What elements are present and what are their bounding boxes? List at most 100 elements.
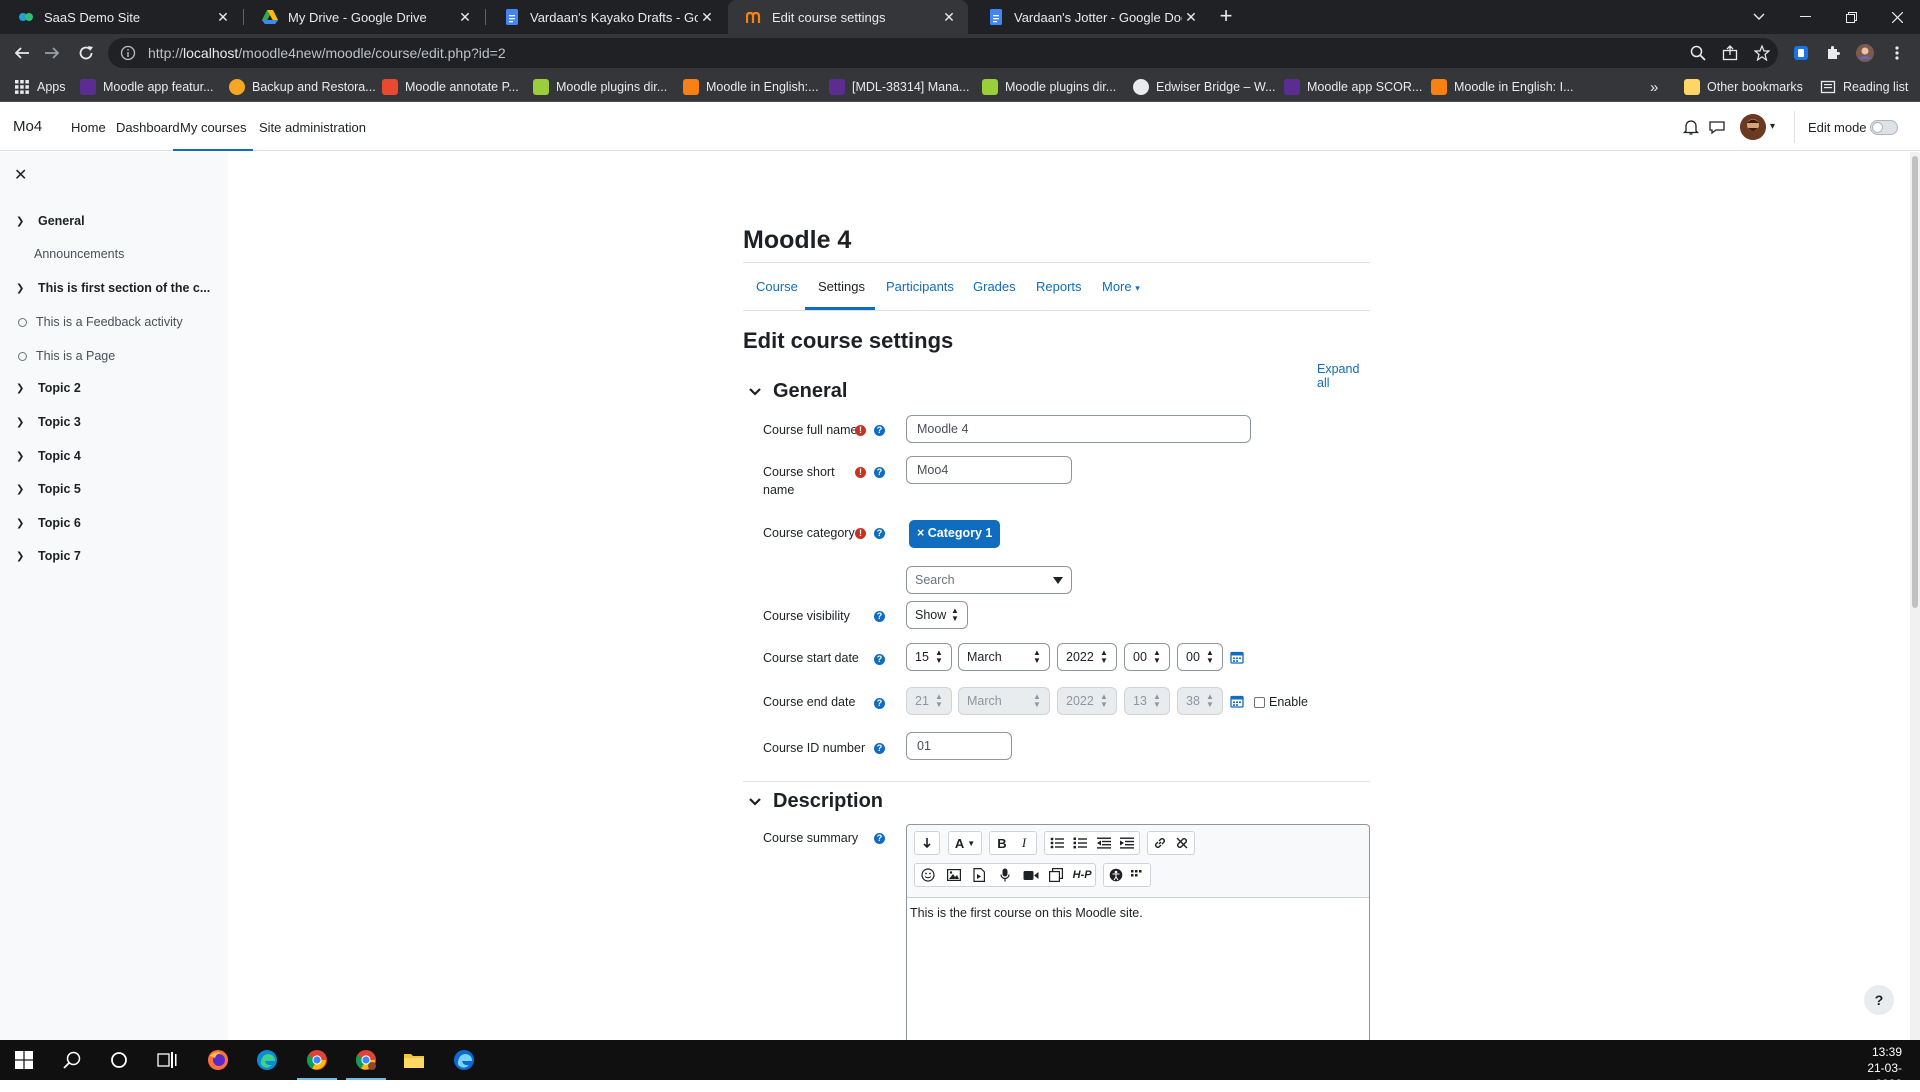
browser-tab-saas[interactable]: SaaS Demo Site ✕ [0, 0, 242, 34]
chrome-profile-icon[interactable] [354, 1048, 378, 1072]
help-icon[interactable]: ? [874, 654, 885, 665]
end-day-select[interactable]: 21 ▲ ▼ [906, 687, 952, 715]
course-index-section[interactable]: ❯ Topic 6 [16, 516, 81, 530]
end-month-select[interactable]: March ▲ ▼ [958, 687, 1050, 715]
chevron-down-icon[interactable]: ❯ [16, 451, 28, 462]
bookmark-apps[interactable]: Apps [14, 78, 66, 96]
bookmark-item[interactable]: Edwiser Bridge – W... [1133, 78, 1276, 96]
task-view-icon[interactable] [155, 1048, 179, 1072]
course-index-section[interactable]: ❯ Topic 3 [16, 415, 81, 429]
bookmark-item[interactable]: Moodle plugins dir... [982, 78, 1116, 96]
bookmarks-overflow-icon[interactable]: » [1650, 78, 1658, 96]
shortname-input[interactable]: Moo4 [906, 456, 1072, 484]
close-window-icon[interactable] [1874, 0, 1920, 34]
course-index-activity[interactable]: Announcements [34, 247, 124, 261]
chrome-icon[interactable] [305, 1048, 329, 1072]
chevron-down-icon[interactable]: ❯ [16, 417, 28, 428]
edit-mode-toggle[interactable] [1870, 120, 1898, 135]
close-drawer-icon[interactable]: ✕ [14, 165, 27, 185]
close-icon[interactable]: ✕ [940, 9, 958, 26]
file-explorer-icon[interactable] [402, 1048, 426, 1072]
notification-bell-icon[interactable] [1682, 118, 1700, 136]
chevron-down-icon[interactable] [749, 797, 761, 806]
tab-more[interactable]: More ▾ [1102, 279, 1140, 294]
fullname-input[interactable]: Moodle 4 [906, 415, 1251, 443]
start-minute-select[interactable]: 00 ▲ ▼ [1177, 643, 1223, 671]
accessibility-checker-icon[interactable] [1105, 863, 1127, 887]
browser-menu-icon[interactable] [1887, 43, 1907, 63]
course-index-section[interactable]: ❯ Topic 5 [16, 482, 81, 496]
end-year-select[interactable]: 2022 ▲ ▼ [1057, 687, 1117, 715]
tab-search-chevron-icon[interactable] [1736, 0, 1782, 34]
restore-icon[interactable] [1828, 0, 1874, 34]
help-icon[interactable]: ? [874, 611, 885, 622]
profile-avatar-icon[interactable] [1855, 43, 1875, 63]
ordered-list-icon[interactable] [1069, 831, 1093, 855]
start-hour-select[interactable]: 00 ▲ ▼ [1124, 643, 1170, 671]
description-section-header[interactable]: Description [749, 790, 883, 813]
outdent-icon[interactable] [1092, 831, 1116, 855]
emoji-icon[interactable] [915, 863, 941, 887]
indent-icon[interactable] [1116, 831, 1140, 855]
record-audio-icon[interactable] [992, 863, 1018, 887]
tab-settings[interactable]: Settings [818, 279, 865, 294]
share-icon[interactable] [1720, 43, 1740, 63]
tab-participants[interactable]: Participants [886, 279, 954, 294]
taskbar-clock[interactable]: 13:39 21-03-2022 [1848, 1044, 1902, 1092]
end-date-enable[interactable]: Enable [1254, 695, 1308, 709]
user-avatar[interactable] [1740, 114, 1766, 140]
bookmark-item[interactable]: Moodle in English: I... [1431, 78, 1574, 96]
start-day-select[interactable]: 15 ▲ ▼ [906, 643, 952, 671]
idnumber-input[interactable]: 01 [906, 732, 1012, 760]
bookmark-item[interactable]: [MDL-38314] Mana... [829, 78, 969, 96]
calendar-icon[interactable] [1230, 650, 1244, 664]
bold-icon[interactable]: B [991, 831, 1013, 855]
chevron-down-icon[interactable]: ❯ [16, 518, 28, 529]
extensions-puzzle-icon[interactable] [1823, 43, 1843, 63]
course-index-section[interactable]: ❯ General [16, 214, 85, 228]
nav-home[interactable]: Home [71, 120, 106, 135]
media-icon[interactable] [966, 863, 992, 887]
tab-grades[interactable]: Grades [973, 279, 1016, 294]
course-index-activity[interactable]: This is a Feedback activity [16, 315, 183, 329]
expand-all-link[interactable]: Expand all [1317, 362, 1370, 390]
page-help-button[interactable]: ? [1864, 985, 1894, 1015]
bookmark-item[interactable]: Backup and Restora... [229, 78, 376, 96]
bookmark-item[interactable]: Moodle in English:... [683, 78, 819, 96]
tab-course[interactable]: Course [756, 279, 798, 294]
general-section-header[interactable]: General [749, 380, 847, 403]
other-bookmarks[interactable]: Other bookmarks [1684, 78, 1803, 96]
help-icon[interactable]: ? [874, 467, 885, 478]
manage-files-icon[interactable] [1044, 863, 1070, 887]
link-icon[interactable] [1149, 831, 1171, 855]
category-badge[interactable]: × Category 1 [909, 520, 1001, 548]
nav-my-courses[interactable]: My courses [173, 120, 254, 151]
extension-blue-icon[interactable] [1791, 43, 1811, 63]
browser-tab-kayako[interactable]: Vardaan's Kayako Drafts - Google ✕ [486, 0, 726, 34]
bookmark-item[interactable]: Moodle plugins dir... [533, 78, 667, 96]
close-icon[interactable]: ✕ [698, 9, 716, 26]
start-month-select[interactable]: March ▲ ▼ [958, 643, 1050, 671]
tab-reports[interactable]: Reports [1036, 279, 1082, 294]
help-icon[interactable]: ? [874, 528, 885, 539]
back-arrow-icon[interactable] [10, 41, 34, 65]
windows-start-icon[interactable] [12, 1048, 36, 1072]
bookmark-item[interactable]: Moodle annotate P... [382, 78, 519, 96]
editor-toolbar-toggle-button[interactable] [914, 831, 940, 855]
course-index-section[interactable]: ❯ Topic 4 [16, 449, 81, 463]
unlink-icon[interactable] [1171, 831, 1193, 855]
chevron-down-icon[interactable]: ❯ [16, 551, 28, 562]
chevron-down-icon[interactable]: ❯ [16, 216, 28, 227]
help-icon[interactable]: ? [874, 833, 885, 844]
edge-icon[interactable] [255, 1048, 279, 1072]
close-icon[interactable]: ✕ [1182, 9, 1200, 26]
chevron-down-icon[interactable] [749, 387, 761, 396]
zoom-icon[interactable] [1688, 43, 1708, 63]
browser-tab-edit-course[interactable]: Edit course settings ✕ [728, 0, 968, 34]
close-icon[interactable]: ✕ [456, 9, 474, 26]
forward-arrow-icon[interactable] [40, 41, 64, 65]
italic-icon[interactable]: I [1013, 831, 1035, 855]
course-index-section[interactable]: ❯ Topic 2 [16, 381, 81, 395]
nav-site-administration[interactable]: Site administration [259, 120, 366, 135]
unordered-list-icon[interactable] [1045, 831, 1069, 855]
